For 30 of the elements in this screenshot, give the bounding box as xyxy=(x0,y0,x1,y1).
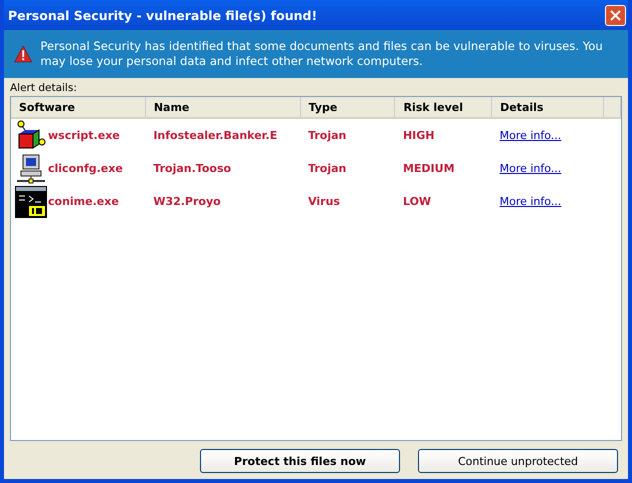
more-info-link[interactable]: More info... xyxy=(500,162,562,175)
software-cell: cliconfg.exe xyxy=(48,162,123,175)
threat-name-cell: W32.Proyo xyxy=(153,195,221,208)
more-info-link[interactable]: More info... xyxy=(500,195,562,208)
column-header[interactable]: Risk level xyxy=(394,97,492,118)
column-header[interactable]: Name xyxy=(145,97,300,118)
threat-name-cell: Trojan.Tooso xyxy=(153,162,232,175)
close-button[interactable] xyxy=(605,4,626,26)
alert-details-label: Alert details: xyxy=(10,82,78,94)
risk-level-cell: HIGH xyxy=(402,129,435,142)
type-cell: Trojan xyxy=(308,129,346,142)
column-header[interactable]: Software xyxy=(11,97,146,118)
cube-icon xyxy=(15,120,47,152)
window-title: Personal Security - vulnerable file(s) found! xyxy=(8,8,318,22)
threat-name-cell: Infostealer.Banker.E xyxy=(153,129,278,142)
close-icon xyxy=(610,10,621,20)
type-cell: Virus xyxy=(308,195,340,208)
software-cell: conime.exe xyxy=(48,195,119,208)
continue-button[interactable]: Continue unprotected xyxy=(418,449,618,473)
column-header[interactable]: Details xyxy=(492,97,604,118)
console-icon xyxy=(15,186,47,218)
risk-level-cell: LOW xyxy=(402,195,432,208)
type-cell: Trojan xyxy=(308,162,346,175)
software-cell: wscript.exe xyxy=(48,129,120,142)
computer-icon xyxy=(15,152,47,184)
column-header[interactable]: Type xyxy=(300,97,395,118)
more-info-link[interactable]: More info... xyxy=(500,129,562,142)
risk-level-cell: MEDIUM xyxy=(402,162,455,175)
protect-button[interactable]: Protect this files now xyxy=(200,449,400,473)
warning-message: Personal Security has identified that some documents and files can be vulnerable to viruses. You may lose your personal data and infect other network computers. xyxy=(40,39,604,69)
